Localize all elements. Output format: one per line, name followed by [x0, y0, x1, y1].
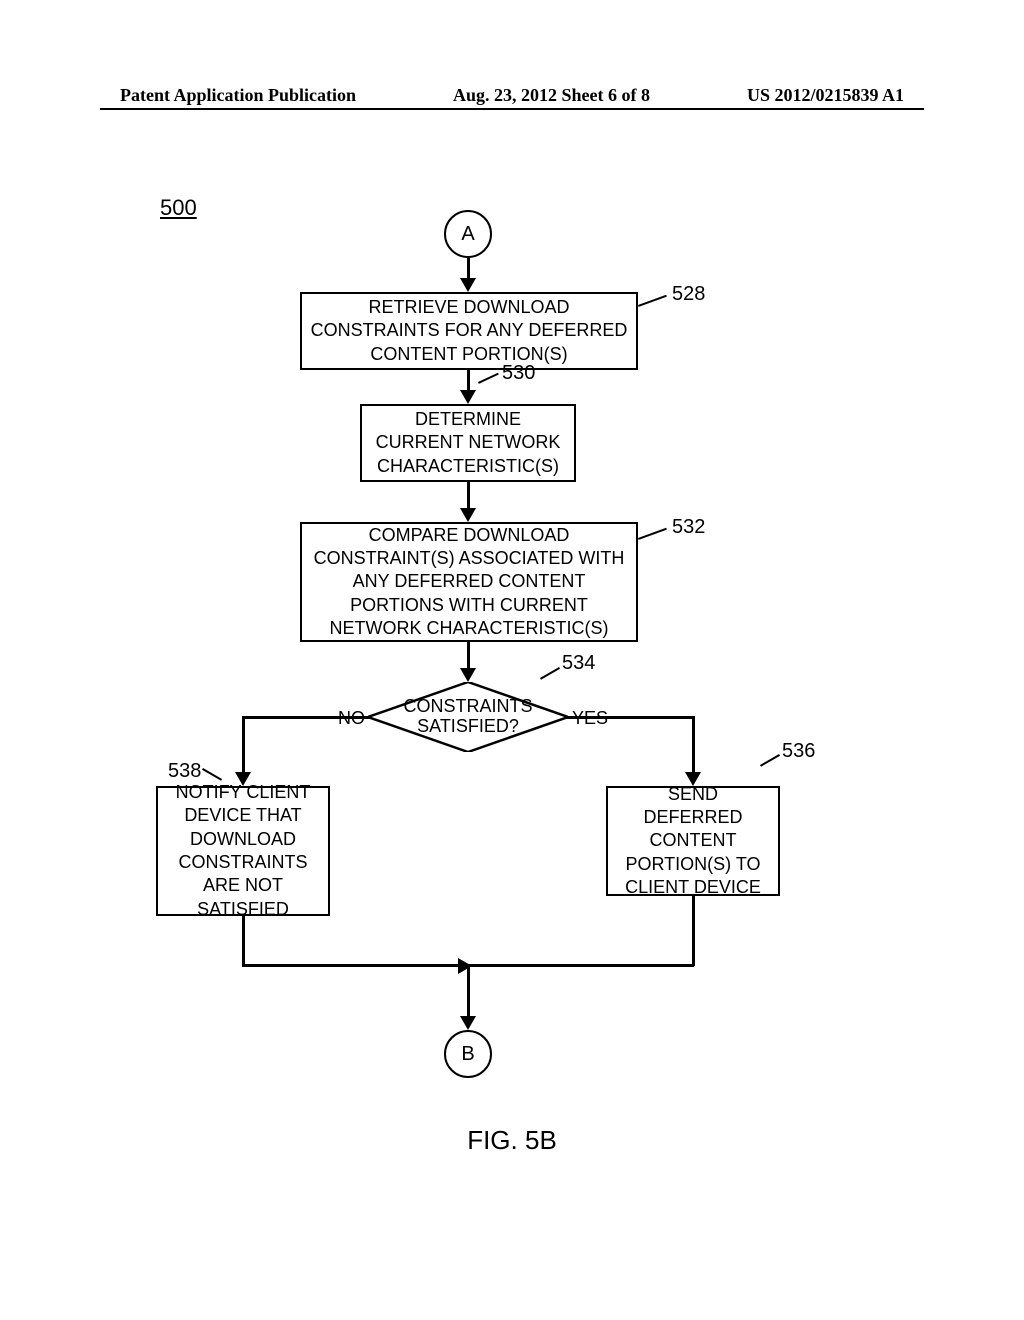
patent-header: Patent Application Publication Aug. 23, … — [120, 85, 904, 106]
leader-536 — [760, 754, 780, 767]
leader-534 — [540, 667, 560, 680]
leader-528 — [638, 295, 667, 307]
ref-530: 530 — [502, 362, 535, 385]
arrow-530-532 — [467, 482, 470, 510]
process-532-text: COMPARE DOWNLOAD CONSTRAINT(S) ASSOCIATE… — [310, 524, 628, 641]
connector-a-label: A — [461, 223, 474, 246]
arrow-a-528 — [467, 258, 470, 280]
header-right: US 2012/0215839 A1 — [747, 85, 904, 106]
decision-534: CONSTRAINTS SATISFIED? — [368, 682, 568, 752]
ref-532: 532 — [672, 516, 705, 539]
arrowhead-530-532 — [460, 508, 476, 522]
leader-532 — [638, 528, 667, 540]
line-538-down — [242, 916, 245, 966]
header-center: Aug. 23, 2012 Sheet 6 of 8 — [453, 85, 650, 106]
line-no-h — [242, 716, 370, 719]
line-merge-down — [467, 964, 470, 1018]
process-532: COMPARE DOWNLOAD CONSTRAINT(S) ASSOCIATE… — [300, 522, 638, 642]
process-536: SEND DEFERRED CONTENT PORTION(S) TO CLIE… — [606, 786, 780, 896]
ref-536: 536 — [782, 740, 815, 763]
process-528: RETRIEVE DOWNLOAD CONSTRAINTS FOR ANY DE… — [300, 292, 638, 370]
arrow-528-530 — [467, 370, 470, 392]
process-530: DETERMINE CURRENT NETWORK CHARACTERISTIC… — [360, 404, 576, 482]
arrowhead-b — [460, 1016, 476, 1030]
flowchart: A RETRIEVE DOWNLOAD CONSTRAINTS FOR ANY … — [0, 200, 1024, 1150]
process-538-text: NOTIFY CLIENT DEVICE THAT DOWNLOAD CONST… — [166, 781, 320, 921]
line-yes-h — [566, 716, 694, 719]
process-528-text: RETRIEVE DOWNLOAD CONSTRAINTS FOR ANY DE… — [310, 296, 628, 366]
decision-534-text: CONSTRAINTS SATISFIED? — [368, 682, 568, 752]
header-left: Patent Application Publication — [120, 85, 356, 106]
arrowhead-528-530 — [460, 390, 476, 404]
branch-no-label: NO — [338, 708, 365, 729]
ref-538: 538 — [168, 760, 201, 783]
header-divider — [100, 108, 924, 110]
arrow-532-534 — [467, 642, 470, 670]
line-yes-v — [692, 716, 695, 774]
connector-b: B — [444, 1030, 492, 1078]
line-538-h — [242, 964, 460, 967]
line-no-v — [242, 716, 245, 774]
process-538: NOTIFY CLIENT DEVICE THAT DOWNLOAD CONST… — [156, 786, 330, 916]
process-536-text: SEND DEFERRED CONTENT PORTION(S) TO CLIE… — [616, 783, 770, 900]
connector-b-label: B — [461, 1043, 474, 1066]
connector-a: A — [444, 210, 492, 258]
arrowhead-a-528 — [460, 278, 476, 292]
line-536-h — [467, 964, 694, 967]
leader-538 — [202, 768, 222, 781]
ref-528: 528 — [672, 283, 705, 306]
branch-yes-label: YES — [572, 708, 608, 729]
line-536-down — [692, 896, 695, 966]
process-530-text: DETERMINE CURRENT NETWORK CHARACTERISTIC… — [370, 408, 566, 478]
arrowhead-532-534 — [460, 668, 476, 682]
leader-530 — [478, 373, 499, 384]
ref-534: 534 — [562, 652, 595, 675]
figure-caption: FIG. 5B — [0, 1125, 1024, 1156]
